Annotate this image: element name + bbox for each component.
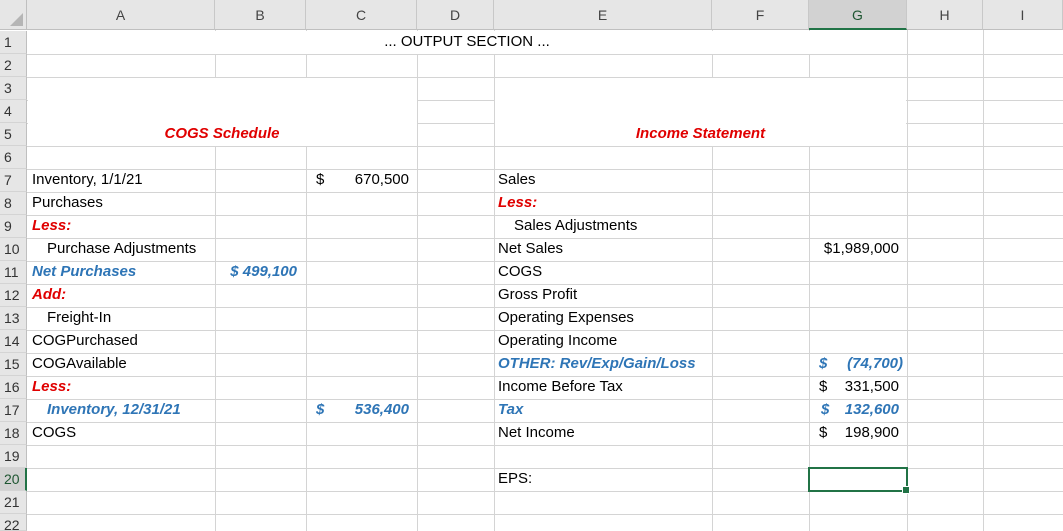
column-header-h[interactable]: H [907, 0, 983, 30]
row-header-10[interactable]: 10 [0, 238, 27, 261]
ibt-value[interactable]: 331,500 [809, 376, 899, 398]
row-header-12[interactable]: 12 [0, 284, 27, 307]
operating-expenses-label[interactable]: Operating Expenses [498, 307, 634, 329]
inventory-end-value[interactable]: 536,400 [306, 399, 409, 421]
sales-label[interactable]: Sales [498, 169, 536, 191]
purchase-adjustments-label[interactable]: Purchase Adjustments [47, 238, 196, 260]
other-value[interactable]: (74,700) [809, 353, 903, 375]
row-header-4[interactable]: 4 [0, 100, 27, 123]
row-header-17[interactable]: 17 [0, 399, 27, 422]
cog-purchased-label[interactable]: COGPurchased [32, 330, 138, 352]
row-header-20[interactable]: 20 [0, 468, 27, 491]
inventory-start-label[interactable]: Inventory, 1/1/21 [32, 169, 143, 191]
row-header-16[interactable]: 16 [0, 376, 27, 399]
ni-value[interactable]: 198,900 [809, 422, 899, 444]
row-header-9[interactable]: 9 [0, 215, 27, 238]
row-header-6[interactable]: 6 [0, 146, 27, 169]
row-header-19[interactable]: 19 [0, 445, 27, 468]
column-header-e[interactable]: E [494, 0, 712, 30]
inventory-start-value[interactable]: 670,500 [306, 169, 409, 191]
row-header-2[interactable]: 2 [0, 54, 27, 77]
cogs-label[interactable]: COGS [32, 422, 76, 444]
sales-adjustments-label[interactable]: Sales Adjustments [514, 215, 637, 237]
inventory-end-label[interactable]: Inventory, 12/31/21 [47, 399, 181, 421]
eps-label[interactable]: EPS: [498, 468, 532, 490]
net-sales-value[interactable]: $1,989,000 [809, 238, 899, 260]
row-header-14[interactable]: 14 [0, 330, 27, 353]
income-less-label[interactable]: Less: [498, 192, 537, 214]
net-income-label[interactable]: Net Income [498, 422, 575, 444]
row-header-21[interactable]: 21 [0, 491, 27, 514]
row-header-13[interactable]: 13 [0, 307, 27, 330]
freight-in-label[interactable]: Freight-In [47, 307, 111, 329]
fill-handle[interactable] [902, 486, 910, 494]
other-rev-exp-label[interactable]: OTHER: Rev/Exp/Gain/Loss [498, 353, 696, 375]
income-before-tax-label[interactable]: Income Before Tax [498, 376, 623, 398]
row-header-22[interactable]: 22 [0, 514, 27, 531]
row-header-5[interactable]: 5 [0, 123, 27, 146]
income-cogs-label[interactable]: COGS [498, 261, 542, 283]
row-header-15[interactable]: 15 [0, 353, 27, 376]
net-sales-label[interactable]: Net Sales [498, 238, 563, 260]
cogs-schedule-title[interactable]: COGS Schedule [27, 123, 417, 145]
selected-cell-g20[interactable] [808, 467, 910, 494]
net-purchases-value[interactable]: $ 499,100 [215, 261, 297, 283]
row-header-11[interactable]: 11 [0, 261, 27, 284]
column-header-d[interactable]: D [417, 0, 494, 30]
row-header-7[interactable]: 7 [0, 169, 27, 192]
less-label-1[interactable]: Less: [32, 215, 71, 237]
output-section-title[interactable]: ... OUTPUT SECTION ... [27, 31, 907, 53]
net-purchases-label[interactable]: Net Purchases [32, 261, 136, 283]
operating-income-label[interactable]: Operating Income [498, 330, 617, 352]
column-header-b[interactable]: B [215, 0, 306, 30]
add-label[interactable]: Add: [32, 284, 66, 306]
column-header-f[interactable]: F [712, 0, 809, 30]
row-header-1[interactable]: 1 [0, 31, 27, 54]
tax-label[interactable]: Tax [498, 399, 523, 421]
select-all-corner[interactable] [0, 0, 27, 30]
tax-value[interactable]: 132,600 [809, 399, 899, 421]
column-header-i[interactable]: I [983, 0, 1063, 30]
select-all-icon [10, 13, 23, 26]
row-header-18[interactable]: 18 [0, 422, 27, 445]
column-header-a[interactable]: A [27, 0, 215, 30]
cog-available-label[interactable]: COGAvailable [32, 353, 127, 375]
row-header-3[interactable]: 3 [0, 77, 27, 100]
income-statement-title[interactable]: Income Statement [494, 123, 907, 145]
less-label-2[interactable]: Less: [32, 376, 71, 398]
column-header-c[interactable]: C [306, 0, 417, 30]
gross-profit-label[interactable]: Gross Profit [498, 284, 577, 306]
row-header-8[interactable]: 8 [0, 192, 27, 215]
column-header-g[interactable]: G [809, 0, 907, 30]
purchases-label[interactable]: Purchases [32, 192, 103, 214]
